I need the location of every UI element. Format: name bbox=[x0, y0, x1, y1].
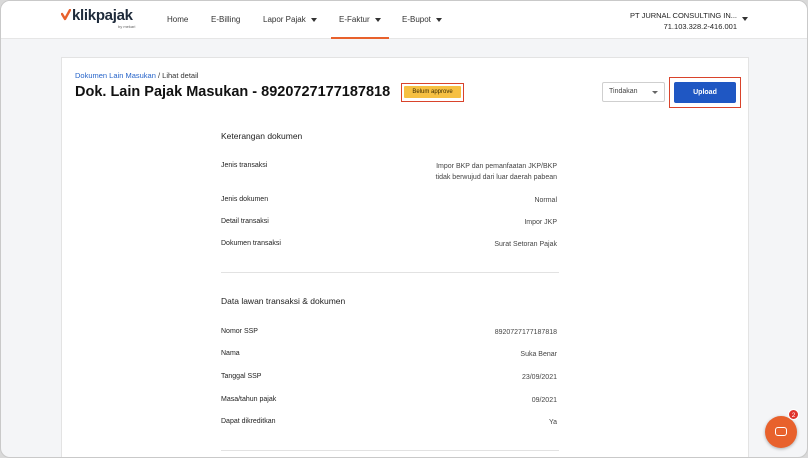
status-badge-label: Belum approve bbox=[404, 86, 461, 98]
row-label: Dapat dikreditkan bbox=[221, 418, 276, 425]
page-title: Dok. Lain Pajak Masukan - 89207271771878… bbox=[75, 84, 391, 100]
logo-subtext: by mekari bbox=[118, 24, 136, 29]
row-label: Dokumen transaksi bbox=[221, 240, 281, 247]
row-label: Jenis transaksi bbox=[221, 162, 268, 169]
section-divider bbox=[221, 272, 559, 273]
company-name: PT JURNAL CONSULTING IN... bbox=[630, 11, 737, 20]
chat-icon bbox=[775, 427, 787, 436]
nav-label: E-Billing bbox=[211, 15, 241, 24]
breadcrumb: Dokumen Lain Masukan / Lihat detail bbox=[75, 71, 198, 80]
section-divider bbox=[221, 450, 559, 451]
row-value: 09/2021 bbox=[531, 397, 557, 404]
row-value: Suka Benar bbox=[520, 351, 557, 358]
row-value: 23/09/2021 bbox=[521, 374, 557, 381]
row-value-line: tidak berwujud dari luar daerah pabean bbox=[435, 174, 557, 181]
actions-dropdown[interactable]: Tindakan bbox=[602, 82, 665, 102]
row-label: Nomor SSP bbox=[221, 328, 258, 335]
status-badge: Belum approve bbox=[401, 83, 464, 102]
breadcrumb-link[interactable]: Dokumen Lain Masukan bbox=[75, 71, 156, 80]
nav-label: E-Bupot bbox=[402, 15, 431, 24]
logo-text: klikpajak bbox=[72, 7, 133, 24]
row-label: Jenis dokumen bbox=[221, 196, 269, 203]
nav-label: Lapor Pajak bbox=[263, 15, 306, 24]
account-switcher[interactable]: PT JURNAL CONSULTING IN... 71.103.328.2-… bbox=[630, 10, 737, 32]
row-label: Masa/tahun pajak bbox=[221, 396, 277, 403]
row-label: Nama bbox=[221, 350, 240, 357]
nav-label: E-Faktur bbox=[339, 15, 370, 24]
company-npwp: 71.103.328.2-416.001 bbox=[663, 22, 737, 31]
nav-label: Home bbox=[167, 15, 189, 24]
app-window: klikpajak by mekari Home E-Billing Lapor… bbox=[0, 0, 808, 458]
row-label: Detail transaksi bbox=[221, 218, 269, 225]
row-value: 8920727177187818 bbox=[494, 329, 557, 336]
upload-highlight: Upload bbox=[669, 77, 741, 108]
section-title-doc-info: Keterangan dokumen bbox=[221, 131, 303, 141]
row-value: Ya bbox=[548, 419, 557, 426]
chevron-down-icon bbox=[374, 17, 381, 22]
logo-check-icon bbox=[61, 9, 71, 21]
chevron-down-icon[interactable] bbox=[742, 17, 748, 21]
row-value: Impor BKP dan pemanfaatan JKP/BKP tidak … bbox=[436, 161, 557, 183]
nav-home[interactable]: Home bbox=[167, 1, 188, 39]
row-label: Tanggal SSP bbox=[221, 373, 262, 380]
chat-notification-badge: 2 bbox=[788, 409, 799, 420]
chevron-down-icon bbox=[435, 17, 442, 22]
nav-e-billing[interactable]: E-Billing bbox=[211, 1, 240, 39]
row-value-line: Impor BKP dan pemanfaatan JKP/BKP bbox=[436, 163, 557, 170]
nav-lapor-pajak[interactable]: Lapor Pajak bbox=[263, 1, 317, 39]
chevron-down-icon bbox=[652, 91, 658, 94]
chevron-down-icon bbox=[310, 17, 317, 22]
section-title-counterparty: Data lawan transaksi & dokumen bbox=[221, 296, 346, 306]
detail-card: Dokumen Lain Masukan / Lihat detail Dok.… bbox=[61, 57, 749, 457]
nav-e-faktur[interactable]: E-Faktur bbox=[331, 1, 389, 39]
chat-launcher-button[interactable] bbox=[765, 416, 797, 448]
top-navbar: klikpajak by mekari Home E-Billing Lapor… bbox=[1, 1, 807, 39]
row-value: Normal bbox=[534, 197, 557, 204]
actions-dropdown-label: Tindakan bbox=[609, 88, 638, 95]
row-value: Impor JKP bbox=[524, 219, 557, 226]
nav-e-bupot[interactable]: E-Bupot bbox=[402, 1, 442, 39]
breadcrumb-current: Lihat detail bbox=[162, 71, 199, 80]
upload-button[interactable]: Upload bbox=[674, 82, 736, 103]
row-value: Surat Setoran Pajak bbox=[494, 241, 557, 248]
